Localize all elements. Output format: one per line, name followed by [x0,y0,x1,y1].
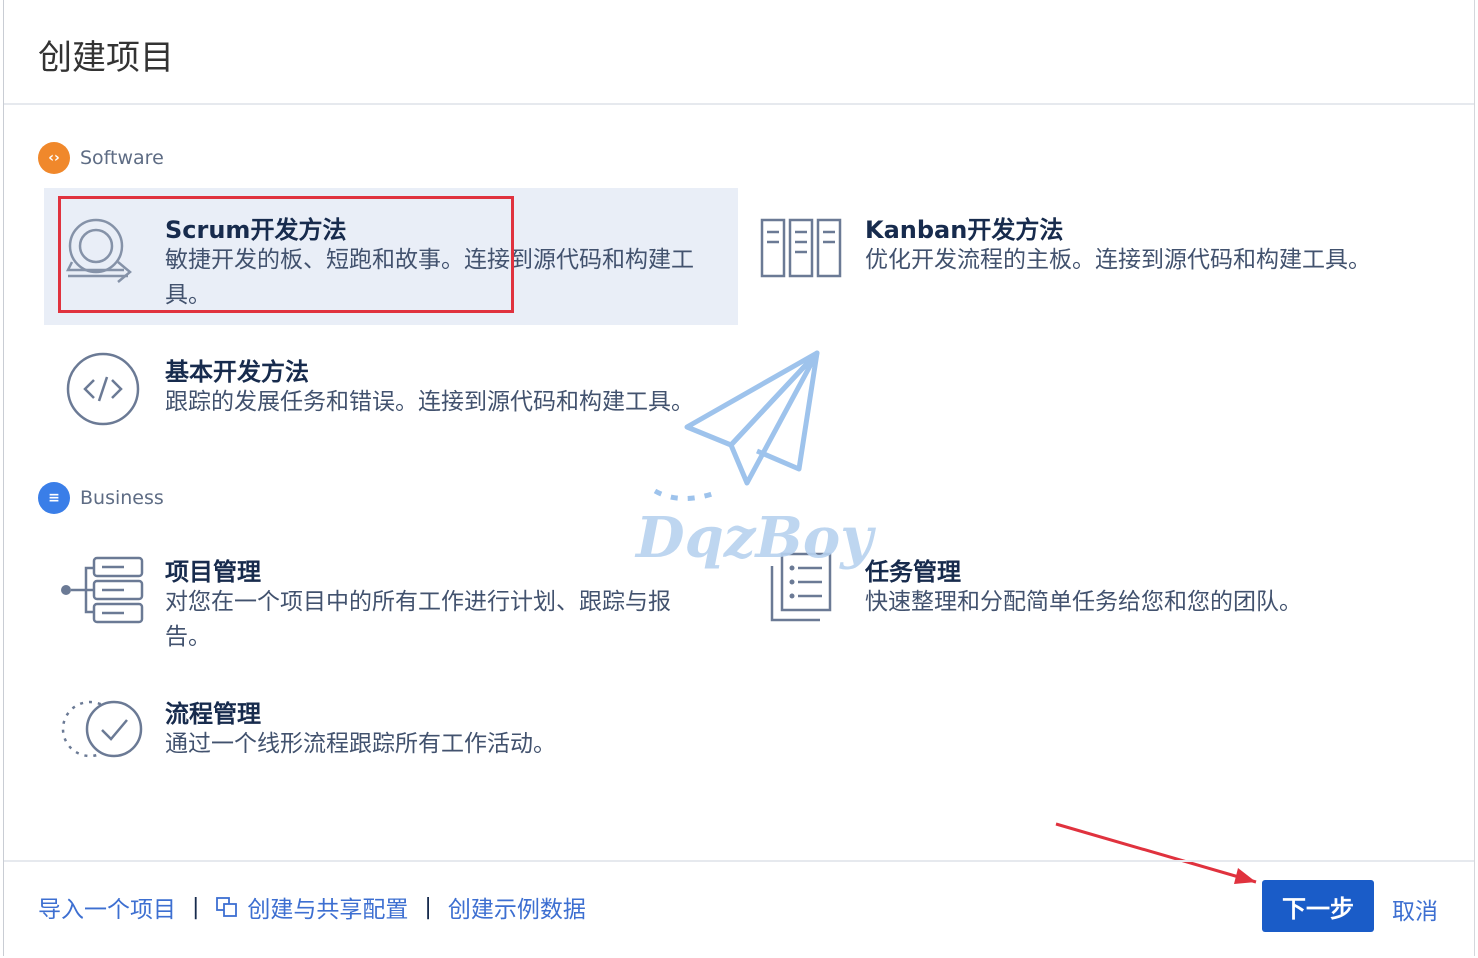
footer-divider [4,860,1474,862]
template-title: 基本开发方法 [165,358,309,386]
section-software: ‹› Software [38,142,164,174]
template-title: Kanban开发方法 [865,216,1064,244]
header-divider [4,103,1474,105]
next-button[interactable]: 下一步 [1262,880,1374,932]
copy-icon [216,897,238,917]
template-basic[interactable]: 基本开发方法 跟踪的发展任务和错误。连接到源代码和构建工具。 [44,330,738,467]
process-check-icon [61,700,143,758]
template-kanban[interactable]: Kanban开发方法 优化开发流程的主板。连接到源代码和构建工具。 [744,188,1438,325]
template-title: 项目管理 [165,558,261,586]
template-project-management[interactable]: 项目管理 对您在一个项目中的所有工作进行计划、跟踪与报告。 [44,530,738,667]
kanban-board-icon [760,218,842,278]
template-description: 对您在一个项目中的所有工作进行计划、跟踪与报告。 [165,589,671,650]
annotation-arrow-icon [1055,822,1257,884]
footer-links: 导入一个项目 | 创建与共享配置 | 创建示例数据 [38,890,586,924]
link-separator: | [192,894,200,920]
import-project-link[interactable]: 导入一个项目 [38,890,176,924]
create-sample-data-link[interactable]: 创建示例数据 [448,890,586,924]
template-title: 任务管理 [865,558,961,586]
template-title: 流程管理 [165,700,261,728]
cancel-link[interactable]: 取消 [1392,892,1438,926]
watermark-text: DqzBoy [636,505,873,571]
share-config-link[interactable]: 创建与共享配置 [215,890,408,924]
document-icon: ≡ [38,482,70,514]
section-label: Business [80,487,164,509]
template-description: 通过一个线形流程跟踪所有工作活动。 [165,731,556,757]
template-description: 跟踪的发展任务和错误。连接到源代码和构建工具。 [165,389,694,415]
template-process-management[interactable]: 流程管理 通过一个线形流程跟踪所有工作活动。 [44,672,738,782]
template-description: 优化开发流程的主板。连接到源代码和构建工具。 [865,247,1371,273]
share-config-label: 创建与共享配置 [247,897,409,923]
dialog-title: 创建项目 [38,38,174,78]
highlight-box [58,196,514,313]
code-icon [66,352,140,426]
section-label: Software [80,147,164,169]
code-brackets-icon: ‹› [38,142,70,174]
link-separator: | [424,894,432,920]
project-stack-icon [61,556,144,624]
section-business: ≡ Business [38,482,164,514]
template-description: 快速整理和分配简单任务给您和您的团队。 [865,589,1302,615]
